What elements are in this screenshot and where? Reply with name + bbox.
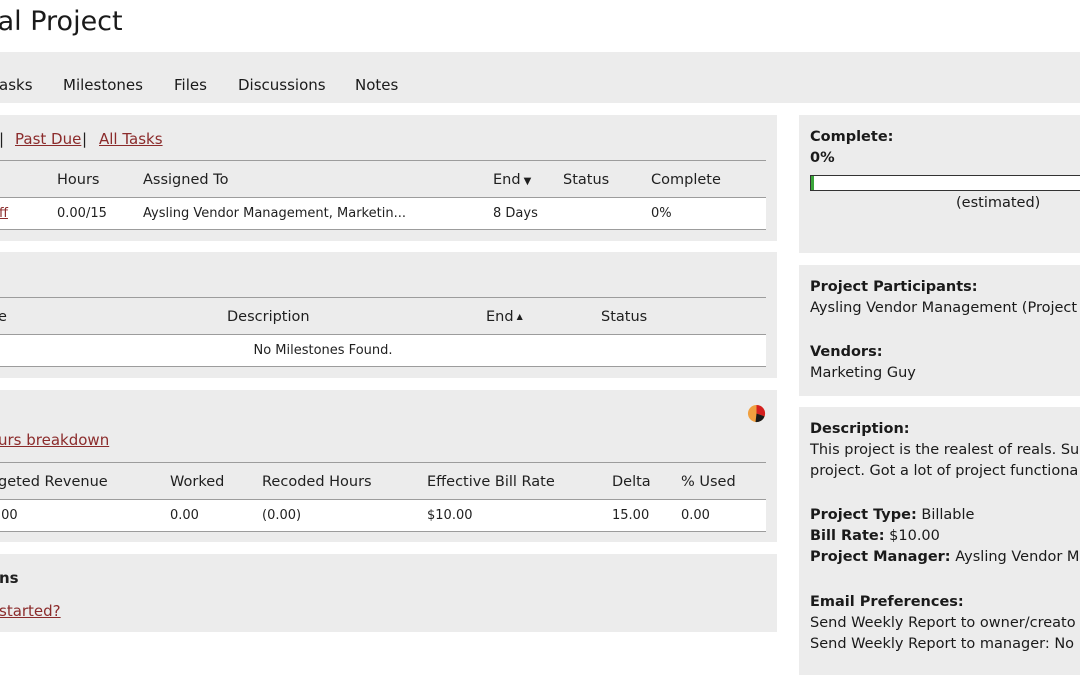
tab-bar: asks Milestones Files Discussions Notes bbox=[0, 52, 1080, 103]
budget-panel: urs breakdown geted Revenue Worked Recod… bbox=[0, 390, 777, 542]
tasks-panel: | Past Due | All Tasks Hours Assigned To… bbox=[0, 115, 777, 241]
budget-table-header: geted Revenue Worked Recoded Hours Effec… bbox=[0, 463, 766, 500]
page-title: eal Project bbox=[0, 6, 123, 37]
filter-separator: | bbox=[82, 130, 88, 148]
complete-value: 0% bbox=[810, 150, 835, 166]
email-preference-manager: Send Weekly Report to manager: No bbox=[810, 636, 1075, 652]
empty-message: No Milestones Found. bbox=[253, 343, 393, 358]
participants-value: Aysling Vendor Management (Project bbox=[810, 300, 1078, 316]
get-started-link[interactable]: started? bbox=[0, 602, 61, 620]
filter-separator: | bbox=[0, 130, 5, 148]
task-complete: 0% bbox=[651, 206, 672, 221]
table-row: .00 0.00 (0.00) $10.00 15.00 0.00 bbox=[0, 500, 766, 531]
hours-breakdown-link[interactable]: urs breakdown bbox=[0, 431, 109, 449]
pie-chart-icon[interactable] bbox=[747, 404, 766, 423]
participants-label: Project Participants: bbox=[810, 279, 978, 295]
description-line: project. Got a lot of project functiona bbox=[810, 463, 1079, 479]
description-line: This project is the realest of reals. Su bbox=[810, 442, 1080, 458]
email-preference-owner: Send Weekly Report to owner/creato bbox=[810, 615, 1076, 631]
recoded-hours-value: (0.00) bbox=[262, 508, 302, 523]
participants-panel: Project Participants: Aysling Vendor Man… bbox=[799, 265, 1080, 396]
description-panel: Description: This project is the realest… bbox=[799, 407, 1080, 675]
completion-panel: Complete: 0% (estimated) bbox=[799, 115, 1080, 253]
table-row: No Milestones Found. bbox=[0, 335, 766, 366]
budget-table: geted Revenue Worked Recoded Hours Effec… bbox=[0, 462, 766, 532]
column-header-assigned-to[interactable]: Assigned To bbox=[143, 172, 228, 188]
used-value: 0.00 bbox=[681, 508, 710, 523]
project-manager: Project Manager: Aysling Vendor Ma bbox=[810, 549, 1080, 565]
milestones-panel: e Description End ▲ Status No Milestones … bbox=[0, 252, 777, 378]
complete-label: Complete: bbox=[810, 129, 894, 145]
tab-notes[interactable]: Notes bbox=[355, 76, 398, 94]
vendors-value: Marketing Guy bbox=[810, 365, 916, 381]
description-label: Description: bbox=[810, 421, 910, 437]
column-header-recoded-hours: Recoded Hours bbox=[262, 474, 372, 490]
column-header-used: % Used bbox=[681, 474, 736, 490]
progress-fill bbox=[811, 176, 814, 190]
tab-tasks[interactable]: asks bbox=[0, 76, 33, 94]
sort-desc-icon: ▼ bbox=[523, 176, 532, 187]
milestones-table: e Description End ▲ Status No Milestones … bbox=[0, 297, 766, 367]
budgeted-revenue-value: .00 bbox=[0, 508, 18, 523]
column-header-budgeted-revenue: geted Revenue bbox=[0, 474, 108, 490]
estimated-label: (estimated) bbox=[956, 195, 1041, 211]
bill-rate: Bill Rate: $10.00 bbox=[810, 528, 940, 544]
filter-all-tasks-link[interactable]: All Tasks bbox=[99, 130, 163, 148]
tab-milestones[interactable]: Milestones bbox=[63, 76, 143, 94]
task-end: 8 Days bbox=[493, 206, 538, 221]
column-header-end[interactable]: End ▼ bbox=[493, 172, 531, 188]
column-header-name[interactable]: e bbox=[0, 309, 7, 325]
delta-value: 15.00 bbox=[612, 508, 650, 523]
task-name-link[interactable]: ff bbox=[0, 206, 8, 221]
task-assigned-to: Aysling Vendor Management, Marketin... bbox=[143, 206, 406, 221]
tasks-table: Hours Assigned To End ▼ Status Complete f… bbox=[0, 160, 766, 230]
column-header-worked: Worked bbox=[170, 474, 225, 490]
questions-panel: ns started? bbox=[0, 554, 777, 632]
column-header-effective-bill-rate: Effective Bill Rate bbox=[427, 474, 555, 490]
tasks-table-header: Hours Assigned To End ▼ Status Complete bbox=[0, 161, 766, 198]
column-header-status[interactable]: Status bbox=[563, 172, 609, 188]
effective-bill-rate-value: $10.00 bbox=[427, 508, 473, 523]
column-header-description[interactable]: Description bbox=[227, 309, 310, 325]
column-header-delta: Delta bbox=[612, 474, 651, 490]
questions-heading: ns bbox=[0, 569, 19, 587]
milestones-table-header: e Description End ▲ Status bbox=[0, 298, 766, 335]
column-header-status[interactable]: Status bbox=[601, 309, 647, 325]
table-row: ff 0.00/15 Aysling Vendor Management, Ma… bbox=[0, 198, 766, 229]
email-preferences-label: Email Preferences: bbox=[810, 594, 964, 610]
column-header-hours[interactable]: Hours bbox=[57, 172, 99, 188]
vendors-label: Vendors: bbox=[810, 344, 883, 360]
task-hours: 0.00/15 bbox=[57, 206, 107, 221]
tab-files[interactable]: Files bbox=[174, 76, 207, 94]
project-type: Project Type: Billable bbox=[810, 507, 975, 523]
sort-asc-icon: ▲ bbox=[516, 312, 523, 321]
column-header-complete[interactable]: Complete bbox=[651, 172, 721, 188]
progress-bar bbox=[810, 175, 1080, 191]
filter-past-due-link[interactable]: Past Due bbox=[15, 130, 81, 148]
worked-value: 0.00 bbox=[170, 508, 199, 523]
column-header-end[interactable]: End ▲ bbox=[486, 309, 523, 325]
tab-discussions[interactable]: Discussions bbox=[238, 76, 326, 94]
